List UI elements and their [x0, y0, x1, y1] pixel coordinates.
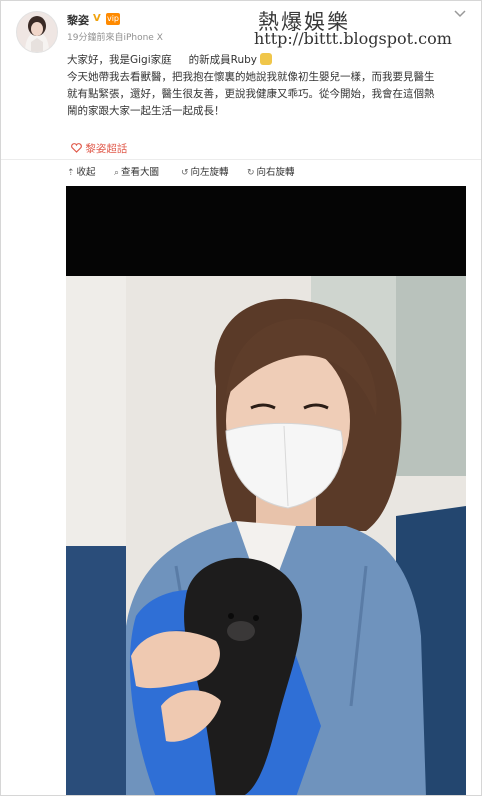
supertopic-icon: [71, 143, 82, 153]
post-content-line: 今天她帶我去看獸醫，把我抱在懷裏的她說我就像初生嬰兒一樣，而我要見醫生: [67, 71, 435, 83]
watermark-url: http://bittt.blogspot.com: [254, 29, 452, 48]
post-photo[interactable]: [66, 186, 466, 795]
rotate-right-button[interactable]: ↻ 向右旋轉: [247, 165, 295, 181]
author-name[interactable]: 黎姿: [67, 12, 89, 28]
supertopic-link[interactable]: 黎姿超話: [71, 141, 127, 156]
post-content-line: 大家好，我是Gigi家庭 的新成員Ruby: [67, 52, 465, 69]
member-badge: vip: [106, 13, 120, 25]
rotate-right-icon: ↻: [247, 168, 255, 178]
post-meta: 19分鐘前來自iPhone X: [67, 33, 163, 43]
divider: [1, 159, 481, 160]
collapse-button[interactable]: ⇡ 收起: [67, 165, 96, 181]
weibo-post-card: 黎姿 V vip 19分鐘前來自iPhone X 熱爆娛樂 http://bit…: [0, 0, 482, 796]
collapse-label: 收起: [76, 167, 96, 178]
post-content-line: 就有點緊張，還好，醫生很友善，更說我健康又乖巧。從今開始，我會在這個熱: [67, 88, 435, 100]
emoji-icon: [260, 53, 272, 65]
post-content-segment: 大家好，我是Gigi家庭: [67, 54, 172, 66]
post-content-segment: 的新成員Ruby: [188, 54, 257, 66]
author-avatar[interactable]: [16, 11, 58, 53]
rotate-left-button[interactable]: ↺ 向左旋轉: [181, 165, 229, 181]
search-icon: ⌕: [114, 168, 120, 178]
view-large-label: 查看大圖: [121, 167, 160, 178]
rotate-left-icon: ↺: [181, 168, 189, 178]
post-content-line: 鬧的家跟大家一起生活一起成長！: [67, 105, 225, 117]
view-large-button[interactable]: ⌕ 查看大圖: [114, 165, 159, 181]
chevron-down-icon[interactable]: [453, 9, 467, 19]
collapse-icon: ⇡: [67, 168, 75, 178]
verified-badge: V: [93, 13, 101, 24]
post-content: 大家好，我是Gigi家庭 的新成員Ruby 今天她帶我去看獸醫，把我抱在懷裏的她說…: [67, 52, 465, 120]
rotate-right-label: 向右旋轉: [256, 167, 295, 178]
rotate-left-label: 向左旋轉: [190, 167, 229, 178]
supertopic-label: 黎姿超話: [85, 143, 128, 155]
